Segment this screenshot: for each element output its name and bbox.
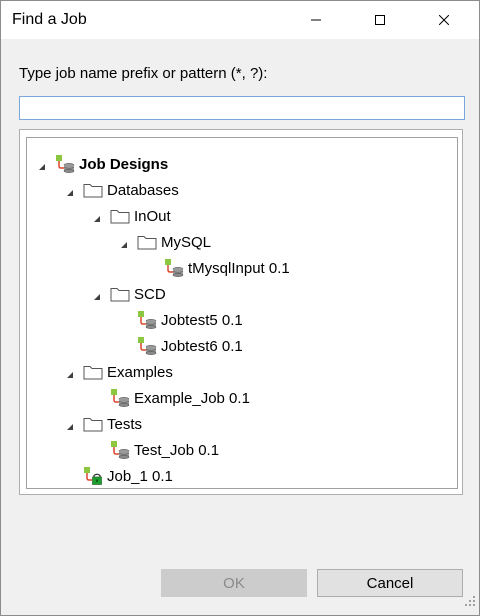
job-icon (164, 258, 184, 278)
locked-job-icon (83, 466, 103, 486)
cancel-button[interactable]: Cancel (317, 569, 463, 597)
find-job-dialog: Find a Job Type job name prefix or patte… (0, 0, 480, 616)
tree-node-label: Jobtest6 0.1 (161, 337, 243, 355)
collapse-arrow-icon[interactable] (65, 185, 75, 196)
tree-node-label: SCD (134, 285, 166, 303)
tree-node-label: Tests (107, 415, 143, 433)
folder-icon (83, 416, 103, 432)
job-icon (137, 310, 157, 330)
search-label: Type job name prefix or pattern (*, ?): (19, 65, 268, 82)
minimize-button[interactable] (293, 1, 339, 39)
tree-job-node[interactable]: tMysqlInput 0.1 (164, 256, 290, 280)
collapse-arrow-icon[interactable] (92, 289, 102, 300)
title-bar: Find a Job (1, 1, 479, 39)
resize-grip-icon[interactable] (465, 593, 475, 611)
close-icon (439, 15, 449, 25)
tree-node-label: Databases (107, 181, 179, 199)
tree-folder-node[interactable]: MySQL (119, 230, 211, 254)
tree-node-label: MySQL (161, 233, 212, 251)
tree-folder-node[interactable]: Tests (65, 412, 142, 436)
tree-job-node[interactable]: Jobtest6 0.1 (137, 334, 243, 358)
collapse-arrow-icon[interactable] (65, 419, 75, 430)
collapse-arrow-icon[interactable] (92, 211, 102, 222)
tree-job-node[interactable]: Job_1 0.1 (83, 464, 173, 488)
window-title: Find a Job (12, 11, 87, 28)
job-icon (110, 388, 130, 408)
job-tree[interactable]: Job Designs Databases InOut MySQL tMysqlInpu… (26, 137, 458, 489)
job-designs-icon (55, 154, 75, 174)
ok-button[interactable]: OK (161, 569, 307, 597)
folder-icon (83, 182, 103, 198)
tree-folder-node[interactable]: InOut (92, 204, 171, 228)
tree-folder-node[interactable]: SCD (92, 282, 166, 306)
tree-node-label: Example_Job 0.1 (134, 389, 250, 407)
tree-node-label: tMysqlInput 0.1 (188, 259, 290, 277)
collapse-arrow-icon[interactable] (65, 367, 75, 378)
close-button[interactable] (421, 1, 467, 39)
tree-job-node[interactable]: Jobtest5 0.1 (137, 308, 243, 332)
tree-root-node[interactable]: Job Designs (37, 152, 168, 176)
folder-icon (83, 364, 103, 380)
job-tree-panel: Job Designs Databases InOut MySQL tMysqlInpu… (19, 129, 463, 495)
tree-job-node[interactable]: Example_Job 0.1 (110, 386, 250, 410)
job-icon (110, 440, 130, 460)
maximize-icon (375, 15, 385, 25)
folder-icon (110, 286, 130, 302)
folder-icon (137, 234, 157, 250)
job-icon (137, 336, 157, 356)
search-input[interactable] (19, 96, 465, 120)
collapse-arrow-icon[interactable] (119, 237, 129, 248)
tree-folder-node[interactable]: Examples (65, 360, 173, 384)
tree-node-label: Job Designs (79, 155, 169, 173)
minimize-icon (311, 15, 321, 25)
tree-folder-node[interactable]: Databases (65, 178, 179, 202)
collapse-arrow-icon[interactable] (37, 159, 47, 170)
maximize-button[interactable] (357, 1, 403, 39)
tree-node-label: InOut (134, 207, 171, 225)
tree-job-node[interactable]: Test_Job 0.1 (110, 438, 219, 462)
tree-node-label: Test_Job 0.1 (134, 441, 220, 459)
folder-icon (110, 208, 130, 224)
tree-node-label: Job_1 0.1 (107, 467, 173, 485)
tree-node-label: Jobtest5 0.1 (161, 311, 243, 329)
tree-node-label: Examples (107, 363, 173, 381)
